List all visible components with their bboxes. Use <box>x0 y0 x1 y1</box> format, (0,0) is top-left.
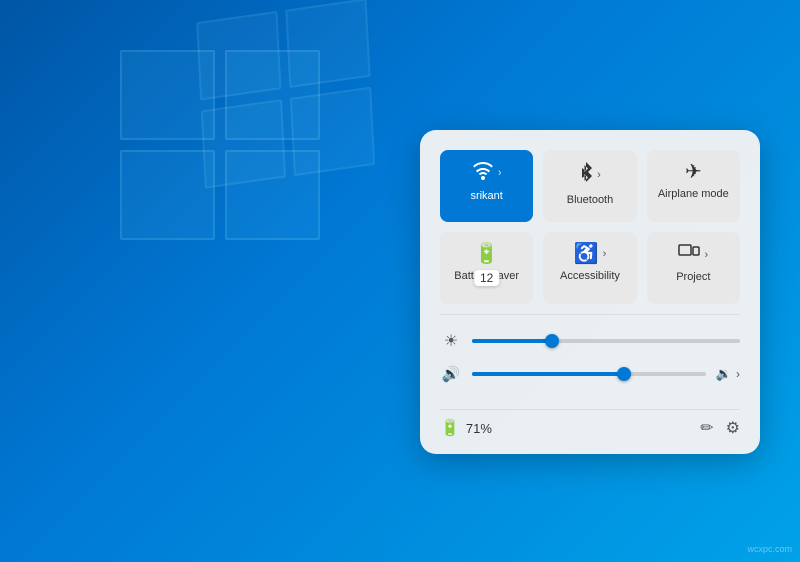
volume-fill <box>472 372 624 376</box>
bottom-bar: 🔋 71% ✏ ⚙ <box>440 409 740 438</box>
wifi-chevron: › <box>498 167 502 179</box>
win-pane-back-tr <box>285 0 370 88</box>
bottom-icons: ✏ ⚙ <box>700 418 740 438</box>
bluetooth-label: Bluetooth <box>567 194 613 206</box>
brightness-icon: ☀ <box>440 331 462 351</box>
wifi-label: srikant <box>470 190 502 202</box>
battery-saver-icon: 🔋 <box>474 244 499 264</box>
wifi-tile[interactable]: › srikant <box>440 150 533 222</box>
battery-info: 🔋 71% <box>440 418 492 438</box>
win-pane-bl <box>120 150 215 240</box>
wifi-tile-icon-row: › <box>472 162 502 184</box>
volume-end[interactable]: 🔉 › <box>716 366 740 382</box>
airplane-label: Airplane mode <box>658 188 729 200</box>
project-icon-row: › <box>678 244 708 265</box>
win-pane-back-tl <box>196 11 281 101</box>
brightness-slider[interactable] <box>472 339 740 343</box>
project-tile[interactable]: › Project <box>647 232 740 304</box>
bluetooth-icon <box>579 162 593 188</box>
windows-logo-back <box>196 0 384 203</box>
battery-icon: 🔋 <box>440 418 460 438</box>
battery-saver-badge: 12 <box>474 270 499 286</box>
win-pane-back-bl <box>201 99 286 189</box>
battery-saver-tile[interactable]: 🔋 Battery saver 12 <box>440 232 533 304</box>
project-chevron: › <box>704 249 708 261</box>
project-icon <box>678 244 700 265</box>
tiles-row-2: 🔋 Battery saver 12 ♿ › Accessibility <box>440 232 740 304</box>
bluetooth-tile[interactable]: › Bluetooth <box>543 150 636 222</box>
tiles-row-1: › srikant › Bluetooth ✈ Airplane mode <box>440 150 740 222</box>
win-pane-back-br <box>290 87 375 177</box>
project-label: Project <box>676 271 710 283</box>
volume-track <box>472 372 706 376</box>
edit-icon[interactable]: ✏ <box>700 418 713 438</box>
brightness-track <box>472 339 740 343</box>
volume-slider[interactable] <box>472 372 706 376</box>
volume-icon: 🔊 <box>440 365 462 383</box>
brightness-slider-row: ☀ <box>440 331 740 351</box>
bluetooth-tile-icon-row: › <box>579 162 601 188</box>
bluetooth-chevron: › <box>597 169 601 181</box>
wifi-icon <box>472 162 494 184</box>
accessibility-chevron: › <box>603 248 607 260</box>
battery-saver-icon-row: 🔋 <box>474 244 499 264</box>
accessibility-icon-row: ♿ › <box>574 244 607 264</box>
watermark: wcxpc.com <box>747 544 792 554</box>
divider-1 <box>440 314 740 315</box>
volume-thumb[interactable] <box>617 367 631 381</box>
brightness-thumb[interactable] <box>545 334 559 348</box>
volume-chevron: › <box>736 367 740 381</box>
quick-settings-panel: › srikant › Bluetooth ✈ Airplane mode <box>420 130 760 454</box>
accessibility-icon: ♿ <box>574 244 599 264</box>
airplane-tile[interactable]: ✈ Airplane mode <box>647 150 740 222</box>
sliders-section: ☀ 🔊 🔉 › <box>440 323 740 405</box>
accessibility-label: Accessibility <box>560 270 620 282</box>
volume-slider-row: 🔊 🔉 › <box>440 365 740 383</box>
speaker-icon: 🔉 <box>716 366 732 382</box>
airplane-icon: ✈ <box>685 162 702 182</box>
battery-percent: 71% <box>466 421 492 436</box>
airplane-tile-icon-row: ✈ <box>685 162 702 182</box>
accessibility-tile[interactable]: ♿ › Accessibility <box>543 232 636 304</box>
brightness-fill <box>472 339 552 343</box>
settings-icon[interactable]: ⚙ <box>726 418 740 438</box>
